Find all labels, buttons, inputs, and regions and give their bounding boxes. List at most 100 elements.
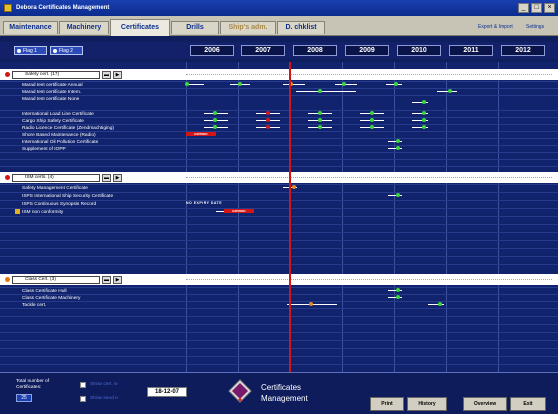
export-import-link[interactable]: Export & Import — [478, 24, 513, 30]
cert-marker[interactable] — [318, 89, 322, 93]
expired-bar[interactable]: EXPIRED — [224, 209, 254, 213]
title-bar: Debora Certificates Management _ □ × — [0, 0, 558, 16]
table-row[interactable]: International Oil Pollution Certificate — [0, 138, 558, 145]
table-row[interactable]: Marad test certificate None — [0, 95, 558, 102]
expired-bar[interactable]: EXPIRED — [186, 132, 216, 136]
timeline-ruler — [186, 74, 552, 76]
table-row[interactable]: ISPS Continuous Synopsis Record — [0, 200, 558, 207]
table-row[interactable]: Supplement of IOPP — [0, 145, 558, 152]
year-2006[interactable]: 2006 — [190, 45, 234, 56]
year-2007[interactable]: 2007 — [241, 45, 285, 56]
table-row[interactable]: Safety Management Certificate — [0, 184, 558, 191]
year-2008[interactable]: 2008 — [293, 45, 337, 56]
history-button[interactable]: History — [407, 397, 447, 411]
status-dot-icon — [5, 175, 10, 180]
show-cert-checkbox[interactable] — [80, 382, 86, 388]
cert-marker[interactable] — [318, 111, 322, 115]
table-row — [0, 308, 558, 315]
cert-marker[interactable] — [266, 111, 270, 115]
year-2011[interactable]: 2011 — [449, 45, 493, 56]
tab-maintenance[interactable]: Maintenance — [3, 21, 58, 34]
show-send-label: Show send e — [90, 396, 118, 401]
table-row — [0, 166, 558, 173]
table-row — [0, 216, 558, 223]
expand-button[interactable]: ▶ — [113, 71, 122, 79]
cert-marker[interactable] — [422, 125, 426, 129]
show-send-checkbox[interactable] — [80, 396, 86, 402]
cert-marker[interactable] — [213, 118, 217, 122]
cert-marker[interactable] — [370, 111, 374, 115]
cert-marker[interactable] — [438, 302, 442, 306]
tab-d-chklist[interactable]: D. chklist — [277, 21, 325, 34]
tab-ships-adm[interactable]: Ship's adm. — [220, 21, 276, 34]
table-row[interactable]: Tackle cert. — [0, 301, 558, 308]
cert-marker[interactable] — [238, 82, 242, 86]
timeline-segment — [283, 84, 305, 85]
table-row[interactable]: Marad test certificate Intem. — [0, 88, 558, 95]
year-2012[interactable]: 2012 — [501, 45, 545, 56]
tab-certificates[interactable]: Certificates — [110, 19, 170, 36]
print-button[interactable]: Print — [370, 397, 404, 411]
cert-marker[interactable] — [213, 111, 217, 115]
cert-marker[interactable] — [396, 295, 400, 299]
cert-marker[interactable] — [318, 125, 322, 129]
cert-marker[interactable] — [370, 125, 374, 129]
row-marker — [8, 82, 13, 87]
collapse-button[interactable]: ▬ — [102, 276, 111, 284]
cert-marker[interactable] — [422, 111, 426, 115]
history-label: History — [418, 401, 436, 407]
expand-button[interactable]: ▶ — [113, 174, 122, 182]
flag1-button[interactable]: Flag 1 — [14, 46, 47, 55]
radio-icon — [17, 49, 21, 53]
tab-drills[interactable]: Drills — [171, 21, 219, 34]
row-label: Safety Management Certificate — [22, 186, 88, 191]
group-class-header[interactable]: Class Cert. (3) ▬ ▶ — [0, 274, 558, 285]
group-safety-header[interactable]: Safety cert. (17) ▬ ▶ — [0, 69, 558, 80]
collapse-button[interactable]: ▬ — [102, 71, 111, 79]
group-ism-header[interactable]: ISM certs. (4) ▬ ▶ — [0, 172, 558, 183]
table-row[interactable]: ISM non conformity — [0, 208, 558, 215]
minimize-button[interactable]: _ — [518, 3, 529, 13]
cert-marker[interactable] — [266, 125, 270, 129]
maximize-button[interactable]: □ — [531, 3, 542, 13]
overview-button[interactable]: Overview — [463, 397, 507, 411]
cert-marker[interactable] — [396, 288, 400, 292]
group-class-label: Class Cert. (3) — [25, 277, 56, 282]
cert-marker[interactable] — [342, 82, 346, 86]
table-row[interactable]: Class Certificate Hull — [0, 287, 558, 294]
cert-marker[interactable] — [213, 125, 217, 129]
year-2010[interactable]: 2010 — [397, 45, 441, 56]
today-line — [289, 62, 291, 374]
table-row — [0, 332, 558, 339]
collapse-button[interactable]: ▬ — [102, 174, 111, 182]
exit-button[interactable]: Exit — [510, 397, 546, 411]
cert-marker[interactable] — [185, 82, 189, 86]
cert-marker[interactable] — [309, 302, 313, 306]
timeline-segment — [296, 91, 356, 92]
cert-marker[interactable] — [394, 82, 398, 86]
cert-marker[interactable] — [266, 118, 270, 122]
cert-marker[interactable] — [292, 185, 296, 189]
expand-button[interactable]: ▶ — [113, 276, 122, 284]
table-row[interactable]: Shore Based Maintenance (Radio) — [0, 131, 558, 138]
cert-marker[interactable] — [318, 118, 322, 122]
settings-link[interactable]: Settings — [526, 24, 544, 30]
year-2009[interactable]: 2009 — [345, 45, 389, 56]
cert-marker[interactable] — [370, 118, 374, 122]
table-row — [0, 248, 558, 255]
date-field[interactable]: 18-12-07 — [147, 387, 187, 397]
cert-marker[interactable] — [396, 139, 400, 143]
cert-marker[interactable] — [396, 193, 400, 197]
close-button[interactable]: × — [544, 3, 555, 13]
table-row[interactable]: Class Certificate Machinery — [0, 294, 558, 301]
flag1-label: Flag 1 — [23, 48, 37, 54]
tab-machinery[interactable]: Machinery — [59, 21, 109, 34]
cert-marker[interactable] — [396, 146, 400, 150]
cert-marker[interactable] — [422, 100, 426, 104]
table-row[interactable]: Marad test certificate Annual — [0, 81, 558, 88]
table-row[interactable]: ISPS International Ship Security Certifi… — [0, 192, 558, 199]
table-row — [0, 240, 558, 247]
cert-marker[interactable] — [448, 89, 452, 93]
flag2-button[interactable]: Flag 2 — [50, 46, 83, 55]
cert-marker[interactable] — [422, 118, 426, 122]
